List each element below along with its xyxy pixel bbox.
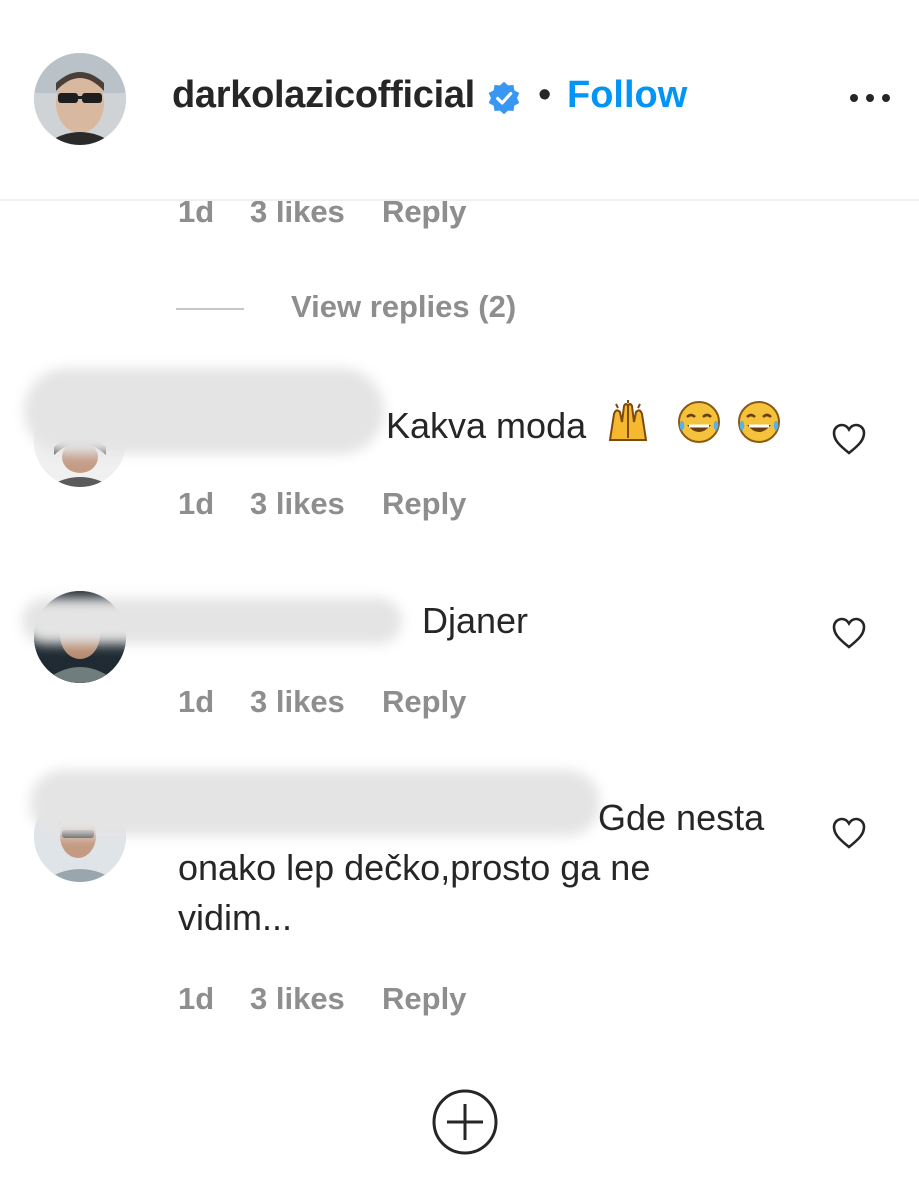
comment-body: Gde nesta: [598, 797, 765, 838]
reply-button[interactable]: Reply: [382, 684, 466, 720]
like-heart-icon[interactable]: [831, 422, 867, 456]
comment-body: Djaner: [422, 600, 529, 641]
comment-likes[interactable]: 3 likes: [250, 201, 345, 230]
verified-badge-icon: [488, 81, 520, 115]
reply-button[interactable]: Reply: [382, 201, 466, 230]
header-layer: darkolazicofficial • Follow: [0, 0, 919, 199]
redacted-username: [24, 368, 384, 454]
follow-button[interactable]: Follow: [567, 74, 687, 117]
comment-text-line2: onako lep dečko,prosto ga ne: [178, 843, 650, 893]
replies-divider-line: [176, 308, 244, 310]
comment-likes[interactable]: 3 likes: [250, 684, 345, 720]
partial-meta-strip: 1d 3 likes Reply: [0, 201, 919, 231]
like-heart-icon[interactable]: [831, 816, 867, 850]
header-separator: •: [538, 74, 552, 116]
profile-avatar[interactable]: [34, 53, 126, 145]
post-author-username[interactable]: darkolazicofficial: [172, 74, 475, 117]
comment-text-line1: Gde nesta: [598, 793, 764, 843]
comment-time: 1d: [178, 684, 215, 719]
plus-circle-icon[interactable]: [431, 1088, 499, 1156]
comment-time: 1d: [178, 201, 215, 229]
tears-of-joy-icon: [736, 399, 782, 458]
comment-body: onako lep dečko,prosto ga ne: [178, 847, 651, 888]
like-heart-icon[interactable]: [831, 616, 867, 650]
more-options-icon[interactable]: [848, 88, 892, 108]
reply-button[interactable]: Reply: [382, 486, 466, 522]
comment-time: 1d: [178, 981, 215, 1016]
raising-hands-icon: [606, 400, 650, 457]
comment-text: Djaner: [422, 596, 528, 646]
view-replies-label[interactable]: View replies (2): [291, 289, 516, 325]
comment-body: vidim...: [178, 897, 293, 938]
comment-likes[interactable]: 3 likes: [250, 981, 345, 1017]
comment-time: 1d: [178, 486, 215, 521]
comment-body: Kakva moda: [386, 405, 587, 447]
redacted-username: [30, 770, 600, 836]
comment-text: Kakva moda: [386, 399, 782, 458]
redacted-username: [22, 598, 402, 644]
reply-button[interactable]: Reply: [382, 981, 466, 1017]
tears-of-joy-icon: [676, 399, 722, 458]
comment-likes[interactable]: 3 likes: [250, 486, 345, 522]
comment-text-line3: vidim...: [178, 893, 292, 943]
